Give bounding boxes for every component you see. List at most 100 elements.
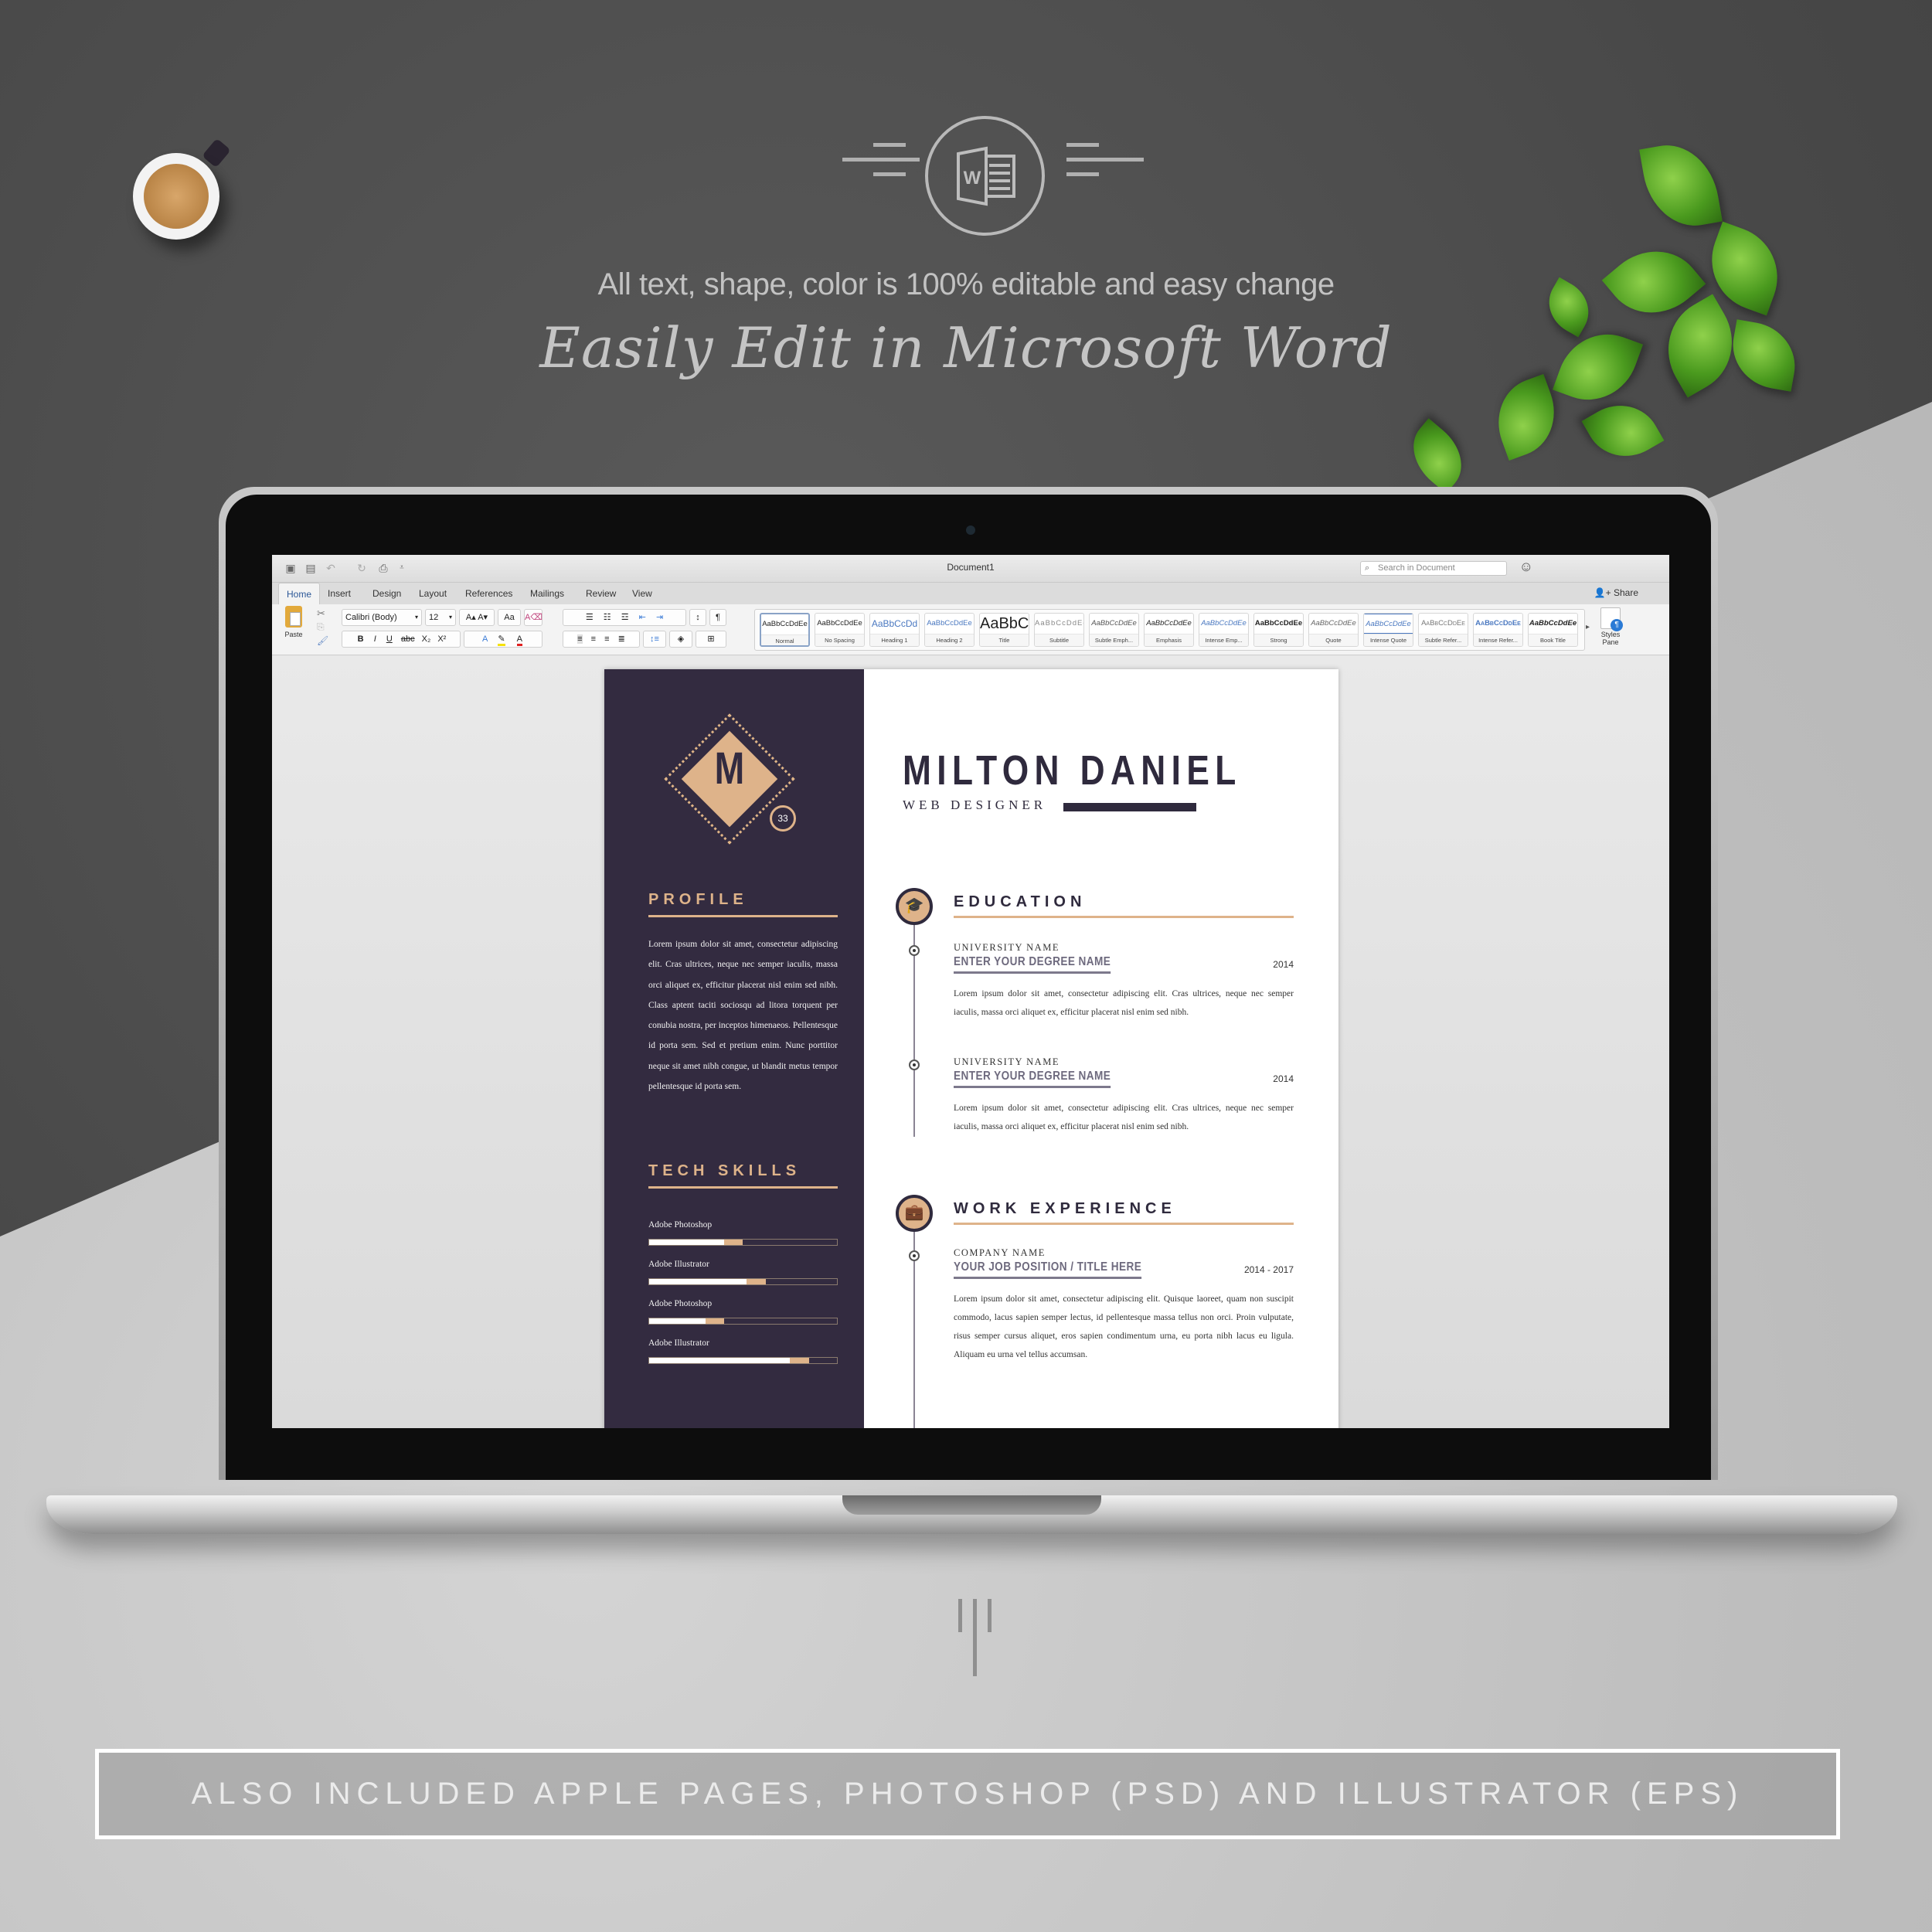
style-sample: AaBbC xyxy=(980,615,1029,632)
tab-view[interactable]: View xyxy=(624,583,660,604)
bullets-icon[interactable]: ☰ xyxy=(586,613,594,622)
style-name: Intense Quote xyxy=(1364,634,1413,646)
share-button[interactable]: 👤+ Share xyxy=(1594,587,1638,598)
education-org: UNIVERSITY NAME xyxy=(954,1056,1060,1067)
align-right-icon[interactable]: ≡ xyxy=(604,634,609,644)
style-item-intense-emp[interactable]: AaBbCcDdEe Intense Emp... xyxy=(1199,613,1249,647)
work-org: COMPANY NAME xyxy=(954,1247,1046,1258)
paper xyxy=(290,612,301,626)
borders-icon[interactable]: ⊞ xyxy=(696,631,726,648)
style-name: Emphasis xyxy=(1145,634,1193,646)
skill-label: Adobe Illustrator xyxy=(648,1338,709,1348)
grow-shrink-font-buttons[interactable]: A▴ A▾ xyxy=(459,609,495,626)
headline: Easily Edit in Microsoft Word xyxy=(539,315,1393,380)
numbering-icon[interactable]: ☷ xyxy=(604,613,611,622)
tab-insert[interactable]: Insert xyxy=(320,583,359,604)
timeline-dot xyxy=(909,1060,920,1070)
align-left-icon[interactable]: ≡ xyxy=(577,634,583,644)
style-item-normal[interactable]: AaBbCcDdEe Normal xyxy=(760,613,810,647)
style-name: Intense Refer... xyxy=(1474,634,1522,646)
alignment-group: ≡ ≡ ≡ ≣ xyxy=(563,631,640,648)
font-color-icon[interactable]: A xyxy=(516,634,523,646)
skill-fill-accent xyxy=(747,1279,766,1284)
education-title: ENTER YOUR DEGREE NAME xyxy=(954,1070,1111,1088)
style-item-emphasis[interactable]: AaBbCcDdEe Emphasis xyxy=(1144,613,1194,647)
document-canvas[interactable]: M 33 PROFILE Lorem ipsum dolor sit amet,… xyxy=(272,656,1669,1428)
style-item-subtle-refer[interactable]: AaBbCcDdEe Subtle Refer... xyxy=(1418,613,1468,647)
tab-design[interactable]: Design xyxy=(365,583,409,604)
clear-formatting-icon[interactable]: A⌫ xyxy=(524,609,543,626)
shading-icon[interactable]: ◈ xyxy=(669,631,692,648)
align-center-icon[interactable]: ≡ xyxy=(591,634,596,644)
highlight-icon[interactable]: ✎ xyxy=(498,634,505,646)
skill-label: Adobe Illustrator xyxy=(648,1260,709,1269)
gallery-next-icon[interactable]: ▸ xyxy=(1586,623,1590,631)
underline-button[interactable]: U xyxy=(386,634,393,644)
tab-mailings[interactable]: Mailings xyxy=(522,583,572,604)
text-effects-icon[interactable]: A xyxy=(482,634,488,644)
style-name: Subtle Refer... xyxy=(1419,634,1468,646)
superscript-button[interactable]: X² xyxy=(437,634,446,644)
cut-icon[interactable]: ✂ xyxy=(317,607,325,620)
paste-button[interactable]: Paste xyxy=(278,606,309,638)
education-heading: EDUCATION xyxy=(954,893,1294,918)
sort-icon[interactable]: ↕ xyxy=(689,609,706,626)
style-item-heading-1[interactable]: AaBbCcDd Heading 1 xyxy=(869,613,920,647)
copy-icon[interactable]: ⎘ xyxy=(317,621,325,633)
speed-line xyxy=(1066,143,1099,147)
style-item-subtitle[interactable]: AaBbCcDdEe Subtitle xyxy=(1034,613,1084,647)
tab-home[interactable]: Home xyxy=(278,583,321,604)
ribbon-home: Paste ✂ ⎘ 🖌 Calibri (Body) ▾ 12 ▾ A▴ A▾ Aa… xyxy=(272,604,1669,655)
style-item-no-spacing[interactable]: AaBbCcDdEe No Spacing xyxy=(815,613,865,647)
bold-button[interactable]: B xyxy=(358,634,364,644)
subscript-button[interactable]: X₂ xyxy=(422,634,431,644)
ornament-line xyxy=(958,1599,962,1632)
style-sample: AaBbCcDdEe xyxy=(1201,619,1247,628)
education-title: ENTER YOUR DEGREE NAME xyxy=(954,955,1111,974)
education-text: Lorem ipsum dolor sit amet, consectetur … xyxy=(954,1104,1294,1131)
style-sample: AaBbCcDdEe xyxy=(1035,619,1083,628)
tab-review[interactable]: Review xyxy=(578,583,624,604)
work-timeline xyxy=(913,1210,915,1428)
style-item-book-title[interactable]: AaBbCcDdEe Book Title xyxy=(1528,613,1578,647)
share-label: Share xyxy=(1613,587,1638,598)
font-size-select[interactable]: 12 ▾ xyxy=(425,609,456,626)
style-item-intense-refer[interactable]: AaBbCcDdEe Intense Refer... xyxy=(1473,613,1523,647)
strikethrough-button[interactable]: abc xyxy=(401,634,415,644)
increase-indent-icon[interactable]: ⇥ xyxy=(656,613,663,622)
styles-pane-button[interactable]: ¶ Styles Pane xyxy=(1595,607,1626,646)
feedback-smiley-icon[interactable]: ☺ xyxy=(1519,559,1533,575)
also-included-banner: ALSO INCLUDED APPLE PAGES, PHOTOSHOP (PS… xyxy=(95,1749,1840,1839)
style-item-strong[interactable]: AaBbCcDdEe Strong xyxy=(1253,613,1304,647)
style-item-heading-2[interactable]: AaBbCcDdEe Heading 2 xyxy=(924,613,975,647)
ribbon-tabs: Home Insert Design Layout References Mai… xyxy=(272,583,1669,604)
search-placeholder: Search in Document xyxy=(1378,563,1455,573)
tab-references[interactable]: References xyxy=(457,583,520,604)
font-name-select[interactable]: Calibri (Body) ▾ xyxy=(342,609,422,626)
add-person-icon: 👤+ xyxy=(1594,587,1614,598)
style-item-intense-quote[interactable]: AaBbCcDdEe Intense Quote xyxy=(1363,613,1413,647)
change-case-button[interactable]: Aa xyxy=(498,609,521,626)
style-item-quote[interactable]: AaBbCcDdEe Quote xyxy=(1308,613,1359,647)
style-sample: AaBbCcDdEe xyxy=(1421,619,1465,628)
style-sample: AaBbCcDdEe xyxy=(1311,619,1356,628)
line-spacing-icon[interactable]: ↕≡ xyxy=(643,631,666,648)
format-painter-icon[interactable]: 🖌 xyxy=(317,635,328,646)
search-input[interactable]: ⌕ Search in Document xyxy=(1360,561,1507,576)
decrease-indent-icon[interactable]: ⇤ xyxy=(639,613,646,622)
pilcrow-icon[interactable]: ¶ xyxy=(709,609,726,626)
style-item-subtle-emph[interactable]: AaBbCcDdEe Subtle Emph... xyxy=(1089,613,1139,647)
work-date: 2014 - 2017 xyxy=(1243,1264,1294,1275)
style-item-title[interactable]: AaBbC Title xyxy=(979,613,1029,647)
resume-page[interactable]: M 33 PROFILE Lorem ipsum dolor sit amet,… xyxy=(604,669,1338,1428)
tab-layout[interactable]: Layout xyxy=(411,583,454,604)
style-name: Subtle Emph... xyxy=(1090,634,1138,646)
coffee xyxy=(144,164,209,229)
education-timeline xyxy=(913,901,915,1137)
multilevel-list-icon[interactable]: ☲ xyxy=(621,613,629,622)
italic-button[interactable]: I xyxy=(374,634,376,644)
font-size-value: 12 xyxy=(429,613,439,622)
style-name: Title xyxy=(980,634,1029,646)
laptop-notch xyxy=(842,1495,1101,1515)
justify-icon[interactable]: ≣ xyxy=(618,634,625,644)
